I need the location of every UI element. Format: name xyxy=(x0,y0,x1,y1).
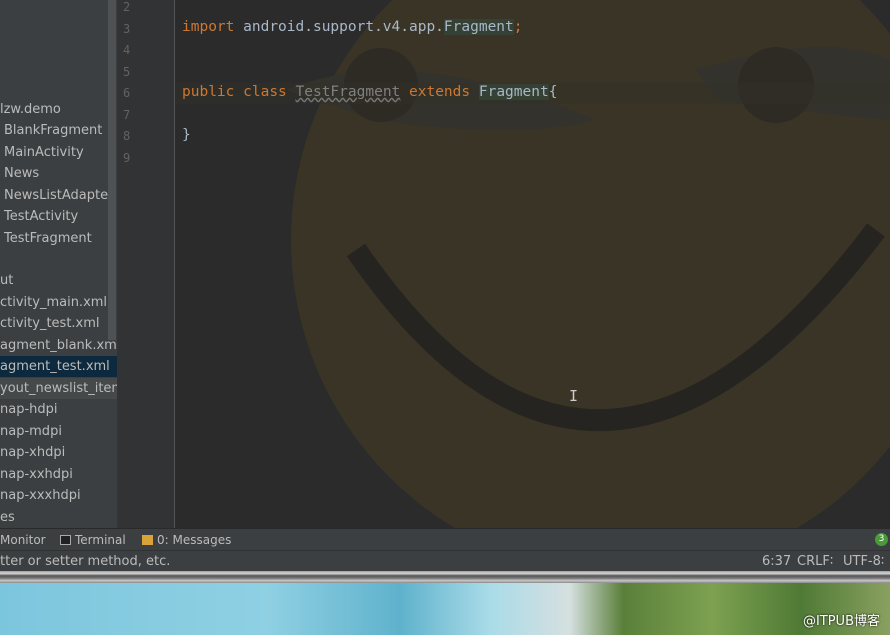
messages-tab[interactable]: 0: Messages xyxy=(142,533,231,547)
line-number: 6 xyxy=(123,86,131,100)
parent-class: Fragment xyxy=(478,84,549,100)
tree-item[interactable]: BlankFragment xyxy=(0,120,106,141)
tree-item[interactable]: News xyxy=(0,163,43,184)
code-line-8: } xyxy=(182,127,191,143)
file-encoding[interactable]: UTF-8∶ xyxy=(843,554,884,569)
tool-window-bar: Monitor Terminal 0: Messages 3 xyxy=(0,528,890,550)
brace: { xyxy=(548,84,558,100)
desktop-wallpaper: @ITPUB博客 xyxy=(0,583,890,635)
status-bar: tter or setter method, etc. 6:37 CRLF∶ U… xyxy=(0,550,890,571)
tree-item[interactable]: nap-mdpi xyxy=(0,421,66,442)
messages-icon xyxy=(142,535,153,545)
class-name: TestFragment xyxy=(295,84,401,100)
tree-item[interactable]: nap-xhdpi xyxy=(0,442,69,463)
line-number: 5 xyxy=(123,64,131,79)
watermark: @ITPUB博客 xyxy=(802,614,880,629)
code-editor[interactable]: import android.support.v4.app.Fragment; … xyxy=(176,0,890,528)
event-log-badge[interactable]: 3 xyxy=(875,533,888,546)
semicolon: ; xyxy=(513,19,523,35)
tree-item[interactable]: es xyxy=(0,507,19,528)
tree-item[interactable]: TestActivity xyxy=(0,206,82,227)
class-ref: Fragment xyxy=(443,19,514,35)
terminal-label: Terminal xyxy=(75,533,126,547)
tree-item[interactable]: nap-hdpi xyxy=(0,399,62,420)
tree-item[interactable]: nap-xxhdpi xyxy=(0,464,77,485)
tree-item[interactable]: ut xyxy=(0,270,17,291)
tree-item[interactable]: lzw.demo xyxy=(0,99,65,120)
tree-item[interactable]: TestFragment xyxy=(0,228,96,249)
terminal-tab[interactable]: Terminal xyxy=(60,533,126,547)
keyword: import xyxy=(182,19,235,35)
messages-label: 0: Messages xyxy=(157,533,232,547)
smiley-background-image xyxy=(286,0,890,528)
terminal-icon xyxy=(60,535,71,545)
text-cursor-icon: I xyxy=(569,387,579,405)
project-tree: lzw.demo BlankFragment MainActivity News New… xyxy=(0,0,117,528)
monitor-tab[interactable]: Monitor xyxy=(0,533,46,547)
keyword: extends xyxy=(409,84,471,100)
tree-item[interactable]: agment_test.xml xyxy=(0,356,117,377)
tree-item[interactable]: nap-xxxhdpi xyxy=(0,485,85,506)
code-line-6: public class TestFragment extends Fragme… xyxy=(182,84,557,100)
line-number: 9 xyxy=(123,150,131,165)
line-number: 3 xyxy=(123,21,131,36)
line-number: 4 xyxy=(123,43,131,57)
package-path: android.support.v4.app. xyxy=(243,19,444,35)
caret-position[interactable]: 6:37 xyxy=(762,554,791,569)
tree-item[interactable]: NewsListAdapter xyxy=(0,185,117,206)
tree-item[interactable]: agment_blank.xml xyxy=(0,335,117,356)
line-separator[interactable]: CRLF∶ xyxy=(797,554,833,569)
line-number: 2 xyxy=(123,0,131,14)
keyword: class xyxy=(243,84,287,100)
line-number: 7 xyxy=(123,107,131,122)
line-number: 8 xyxy=(123,129,131,143)
tree-item[interactable]: ctivity_main.xml xyxy=(0,292,111,313)
tree-item[interactable]: yout_newslist_item.xml xyxy=(0,378,117,399)
project-tree-scrollbar[interactable] xyxy=(108,0,116,340)
code-line-3: import android.support.v4.app.Fragment; xyxy=(182,19,523,35)
window-border xyxy=(0,571,890,583)
line-number-gutter: 2 3 4 5 6 7 8 9 xyxy=(117,0,175,528)
tree-item[interactable]: MainActivity xyxy=(0,142,88,163)
keyword: public xyxy=(182,84,235,100)
tree-item[interactable]: ctivity_test.xml xyxy=(0,313,104,334)
status-message: tter or setter method, etc. xyxy=(0,554,171,569)
